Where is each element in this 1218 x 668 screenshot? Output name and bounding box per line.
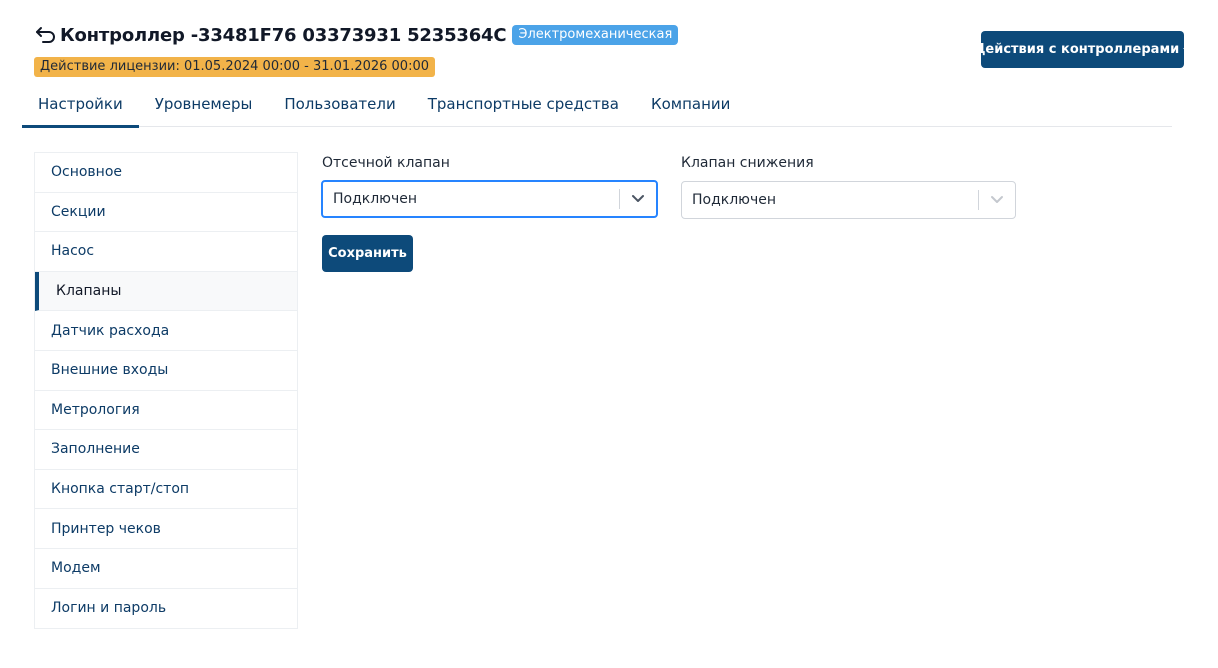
chevron-down-icon[interactable] <box>979 182 1015 218</box>
controller-actions-button[interactable]: Действия с контроллерами <box>974 31 1192 68</box>
page-title: Контроллер -33481F76 03373931 5235364C <box>60 24 507 46</box>
sidebar-item-flow-sensor[interactable]: Датчик расхода <box>35 311 297 351</box>
save-button[interactable]: Сохранить <box>322 235 413 272</box>
license-badge: Действие лицензии: 01.05.2024 00:00 - 31… <box>34 57 436 77</box>
controller-actions-label: Действия с контроллерами <box>973 42 1180 57</box>
settings-sidebar: Основное Секции Насос Клапаны Датчик рас… <box>34 152 298 630</box>
cutoff-valve-value: Подключен <box>333 191 417 207</box>
sidebar-item-valves[interactable]: Клапаны <box>35 271 297 312</box>
sidebar-item-external-inputs[interactable]: Внешние входы <box>35 351 297 391</box>
title-row: Контроллер -33481F76 03373931 5235364C Э… <box>34 22 679 48</box>
cutoff-valve-select[interactable]: Подключен <box>321 180 658 218</box>
sidebar-item-metrology[interactable]: Метрология <box>35 391 297 431</box>
tab-vehicles[interactable]: Транспортные средства <box>412 88 635 127</box>
sidebar-item-sections[interactable]: Секции <box>35 193 297 233</box>
page-header: Контроллер -33481F76 03373931 5235364C Э… <box>34 22 679 48</box>
sidebar-item-modem[interactable]: Модем <box>35 549 297 589</box>
sidebar-item-start-stop[interactable]: Кнопка старт/стоп <box>35 470 297 510</box>
chevron-down-icon[interactable] <box>620 182 656 216</box>
tab-companies[interactable]: Компании <box>635 88 746 127</box>
main-tabs: Настройки Уровнемеры Пользователи Трансп… <box>22 88 1172 128</box>
sidebar-item-receipt-printer[interactable]: Принтер чеков <box>35 509 297 549</box>
tab-users[interactable]: Пользователи <box>268 88 411 127</box>
back-arrow-icon[interactable] <box>34 24 58 46</box>
sidebar-item-filling[interactable]: Заполнение <box>35 430 297 470</box>
cutoff-valve-label: Отсечной клапан <box>322 155 450 171</box>
sidebar-item-general[interactable]: Основное <box>35 153 297 193</box>
tab-level-gauges[interactable]: Уровнемеры <box>139 88 269 127</box>
sidebar-item-pump[interactable]: Насос <box>35 232 297 272</box>
sidebar-item-login-password[interactable]: Логин и пароль <box>35 589 297 629</box>
reduction-valve-select[interactable]: Подключен <box>681 181 1016 219</box>
controller-type-badge: Электромеханическая <box>512 25 679 45</box>
reduction-valve-label: Клапан снижения <box>681 155 814 171</box>
caret-down-icon <box>1183 47 1192 52</box>
tab-settings[interactable]: Настройки <box>22 88 139 128</box>
reduction-valve-value: Подключен <box>692 192 776 208</box>
